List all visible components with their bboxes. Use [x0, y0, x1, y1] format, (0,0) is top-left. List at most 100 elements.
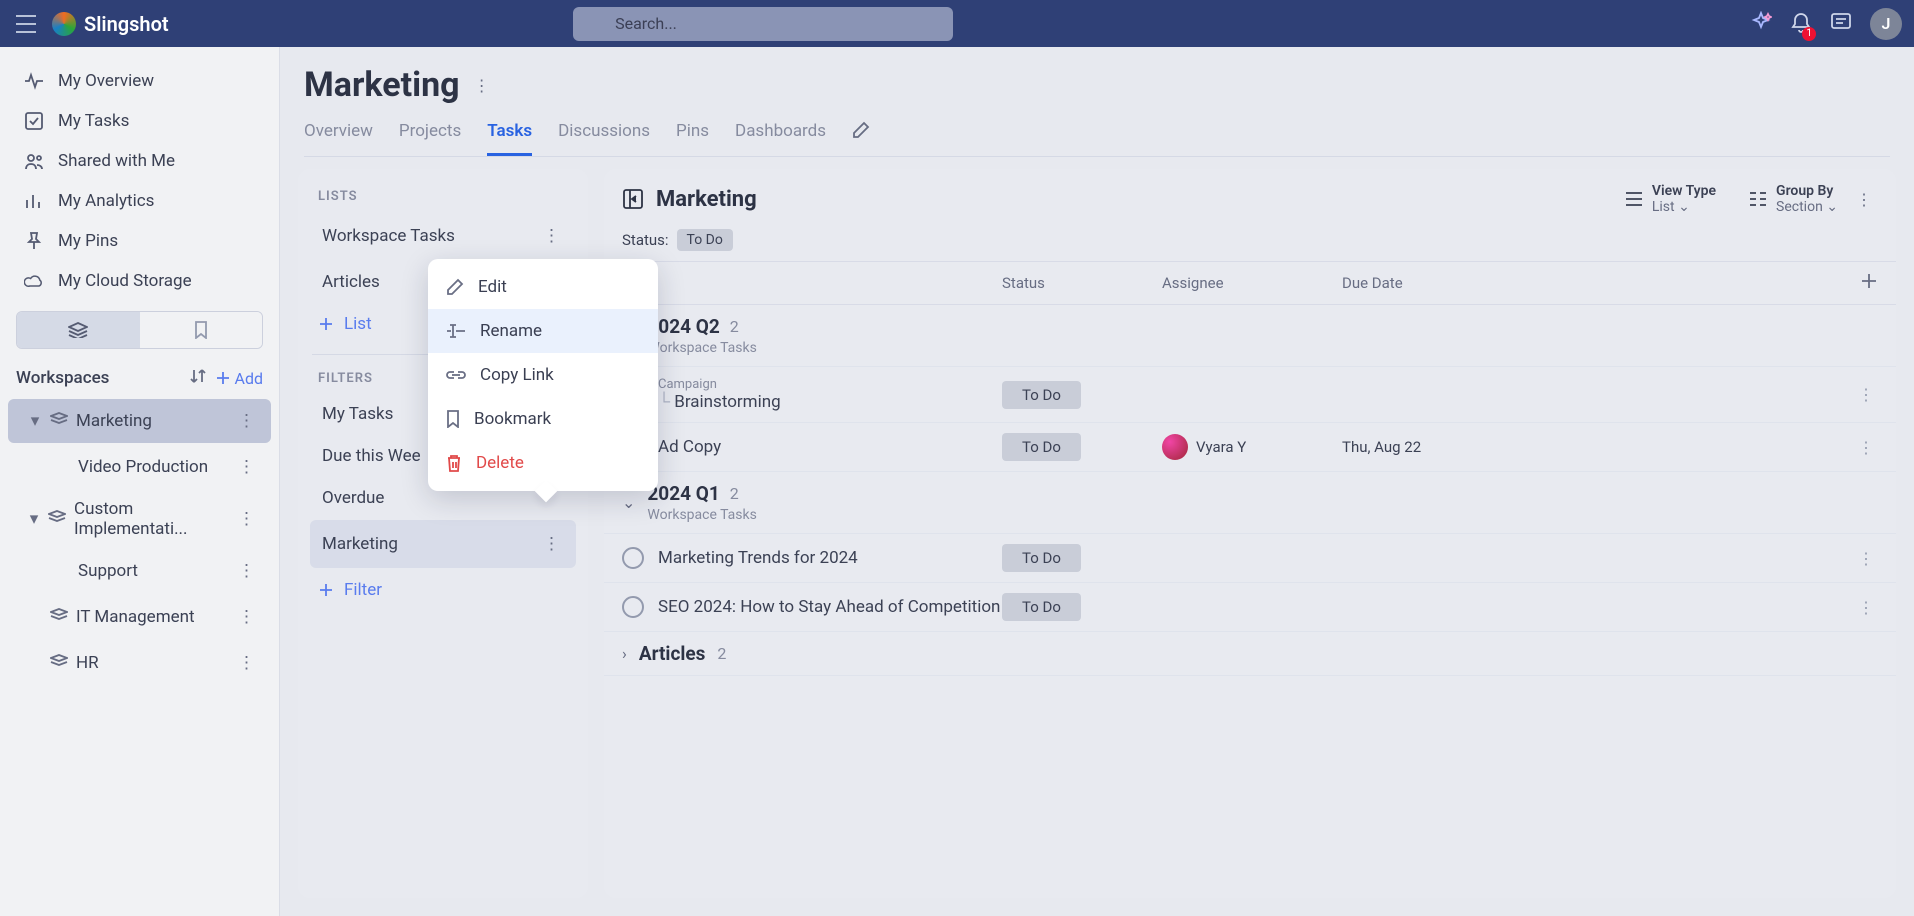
- search-input[interactable]: [615, 14, 939, 33]
- tab-overview[interactable]: Overview: [304, 121, 373, 156]
- chevron-down-icon[interactable]: ▾: [28, 411, 42, 431]
- ws-item-it-management[interactable]: ▾ IT Management ⋮: [8, 595, 271, 639]
- tab-tasks[interactable]: Tasks: [487, 121, 532, 156]
- more-icon[interactable]: ⋮: [234, 603, 259, 631]
- filter-marketing[interactable]: Marketing ⋮: [310, 520, 576, 568]
- status-chip[interactable]: To Do: [677, 229, 733, 251]
- more-icon[interactable]: ⋮: [234, 407, 259, 435]
- section-count: 2: [730, 317, 739, 336]
- nav-label: My Overview: [58, 71, 154, 91]
- tab-dashboards[interactable]: Dashboards: [735, 121, 826, 156]
- task-name: Ad Copy: [658, 437, 1002, 457]
- ws-item-custom-impl[interactable]: ▾ Custom Implementati... ⋮: [8, 491, 271, 547]
- chevron-down-icon[interactable]: ▾: [28, 509, 40, 529]
- ws-label: HR: [76, 653, 99, 673]
- assignee-avatar-icon: [1162, 434, 1188, 460]
- row-more-icon[interactable]: ⋮: [1854, 545, 1878, 572]
- seg-bookmarks[interactable]: [140, 312, 263, 348]
- more-icon[interactable]: ⋮: [539, 222, 564, 250]
- task-status[interactable]: To Do: [1002, 381, 1081, 409]
- task-complete-toggle[interactable]: [622, 596, 644, 618]
- section-articles[interactable]: › Articles 2: [604, 632, 1896, 676]
- ws-item-support[interactable]: Support ⋮: [8, 549, 271, 593]
- add-column-icon[interactable]: [1860, 272, 1878, 294]
- section-2024-q1[interactable]: ⌄ 2024 Q1 2 Workspace Tasks: [604, 472, 1896, 534]
- tasks-header: Marketing View Type List ⌄ Group By: [604, 169, 1896, 229]
- nav-label: My Analytics: [58, 191, 154, 211]
- more-icon[interactable]: ⋮: [234, 505, 259, 533]
- ws-item-video-production[interactable]: Video Production ⋮: [8, 445, 271, 489]
- view-type-selector[interactable]: View Type List ⌄: [1624, 183, 1716, 215]
- layers-icon: [48, 509, 66, 529]
- menu-copy-link[interactable]: Copy Link: [428, 353, 658, 397]
- notif-badge: 1: [1802, 27, 1816, 41]
- tab-projects[interactable]: Projects: [399, 121, 461, 156]
- chevron-down-icon[interactable]: ⌄: [622, 493, 635, 512]
- app-logo[interactable]: Slingshot: [52, 12, 169, 36]
- add-filter-label: Filter: [344, 580, 382, 600]
- tab-pins[interactable]: Pins: [676, 121, 709, 156]
- col-due[interactable]: Due Date: [1342, 274, 1522, 292]
- row-more-icon[interactable]: ⋮: [1854, 381, 1878, 408]
- global-search[interactable]: [573, 7, 953, 41]
- col-status[interactable]: Status: [1002, 274, 1162, 292]
- nav-cloud[interactable]: My Cloud Storage: [0, 261, 279, 301]
- ws-item-hr[interactable]: ▾ HR ⋮: [8, 641, 271, 685]
- task-status[interactable]: To Do: [1002, 544, 1081, 572]
- comments-icon[interactable]: [1830, 12, 1852, 36]
- chevron-right-icon[interactable]: ›: [622, 644, 627, 663]
- tasks-more-icon[interactable]: ⋮: [1850, 184, 1878, 215]
- menu-edit[interactable]: Edit: [428, 265, 658, 309]
- task-due[interactable]: Thu, Aug 22: [1342, 438, 1522, 456]
- more-icon[interactable]: ⋮: [234, 557, 259, 585]
- tab-discussions[interactable]: Discussions: [558, 121, 650, 156]
- more-icon[interactable]: ⋮: [234, 453, 259, 481]
- rename-icon: [446, 323, 466, 339]
- nav-my-tasks[interactable]: My Tasks: [0, 101, 279, 141]
- page-more-icon[interactable]: ⋮: [474, 76, 490, 95]
- panel-collapse-icon[interactable]: [622, 188, 644, 210]
- nav-pins[interactable]: My Pins: [0, 221, 279, 261]
- left-sidebar: My Overview My Tasks Shared with Me My A…: [0, 47, 280, 916]
- add-workspace-button[interactable]: Add: [215, 369, 263, 388]
- task-row[interactable]: Marketing Trends for 2024 To Do ⋮: [604, 534, 1896, 583]
- notifications-icon[interactable]: 1: [1790, 11, 1812, 37]
- group-by-selector[interactable]: Group By Section ⌄: [1748, 183, 1838, 215]
- tasks-panel: Marketing View Type List ⌄ Group By: [604, 169, 1896, 898]
- task-status[interactable]: To Do: [1002, 433, 1081, 461]
- menu-rename[interactable]: Rename: [428, 309, 658, 353]
- task-name: Brainstorming: [658, 392, 1002, 412]
- task-row[interactable]: Campaign Brainstorming To Do ⋮: [604, 367, 1896, 423]
- nav-label: My Tasks: [58, 111, 129, 131]
- nav-shared[interactable]: Shared with Me: [0, 141, 279, 181]
- task-assignee[interactable]: Vyara Y: [1162, 434, 1342, 460]
- nav-my-overview[interactable]: My Overview: [0, 61, 279, 101]
- section-2024-q2[interactable]: ⌄ 2024 Q2 2 Workspace Tasks: [604, 305, 1896, 367]
- task-status[interactable]: To Do: [1002, 593, 1081, 621]
- tasks-title: Marketing: [656, 187, 757, 212]
- add-filter-button[interactable]: Filter: [306, 570, 580, 610]
- task-row[interactable]: Ad Copy To Do Vyara Y Thu, Aug 22 ⋮: [604, 423, 1896, 472]
- more-icon[interactable]: ⋮: [234, 649, 259, 677]
- task-row[interactable]: SEO 2024: How to Stay Ahead of Competiti…: [604, 583, 1896, 632]
- filter-more-icon[interactable]: ⋮: [539, 530, 564, 558]
- list-workspace-tasks[interactable]: Workspace Tasks ⋮: [310, 212, 576, 260]
- col-assignee[interactable]: Assignee: [1162, 274, 1342, 292]
- menu-bookmark[interactable]: Bookmark: [428, 397, 658, 441]
- row-more-icon[interactable]: ⋮: [1854, 594, 1878, 621]
- seg-workspaces[interactable]: [17, 312, 140, 348]
- sort-icon[interactable]: [189, 367, 207, 389]
- menu-delete[interactable]: Delete: [428, 441, 658, 485]
- nav-analytics[interactable]: My Analytics: [0, 181, 279, 221]
- ai-sparkle-icon[interactable]: [1750, 11, 1772, 37]
- user-avatar[interactable]: J: [1870, 8, 1902, 40]
- row-more-icon[interactable]: ⋮: [1854, 434, 1878, 461]
- ws-item-marketing[interactable]: ▾ Marketing ⋮: [8, 399, 271, 443]
- ws-label: Support: [78, 561, 138, 581]
- menu-toggle-icon[interactable]: [12, 10, 40, 38]
- list-label: Workspace Tasks: [322, 226, 455, 246]
- ws-label: Video Production: [78, 457, 208, 477]
- plus-icon: [318, 582, 334, 598]
- task-complete-toggle[interactable]: [622, 547, 644, 569]
- tabs-edit-icon[interactable]: [852, 121, 870, 156]
